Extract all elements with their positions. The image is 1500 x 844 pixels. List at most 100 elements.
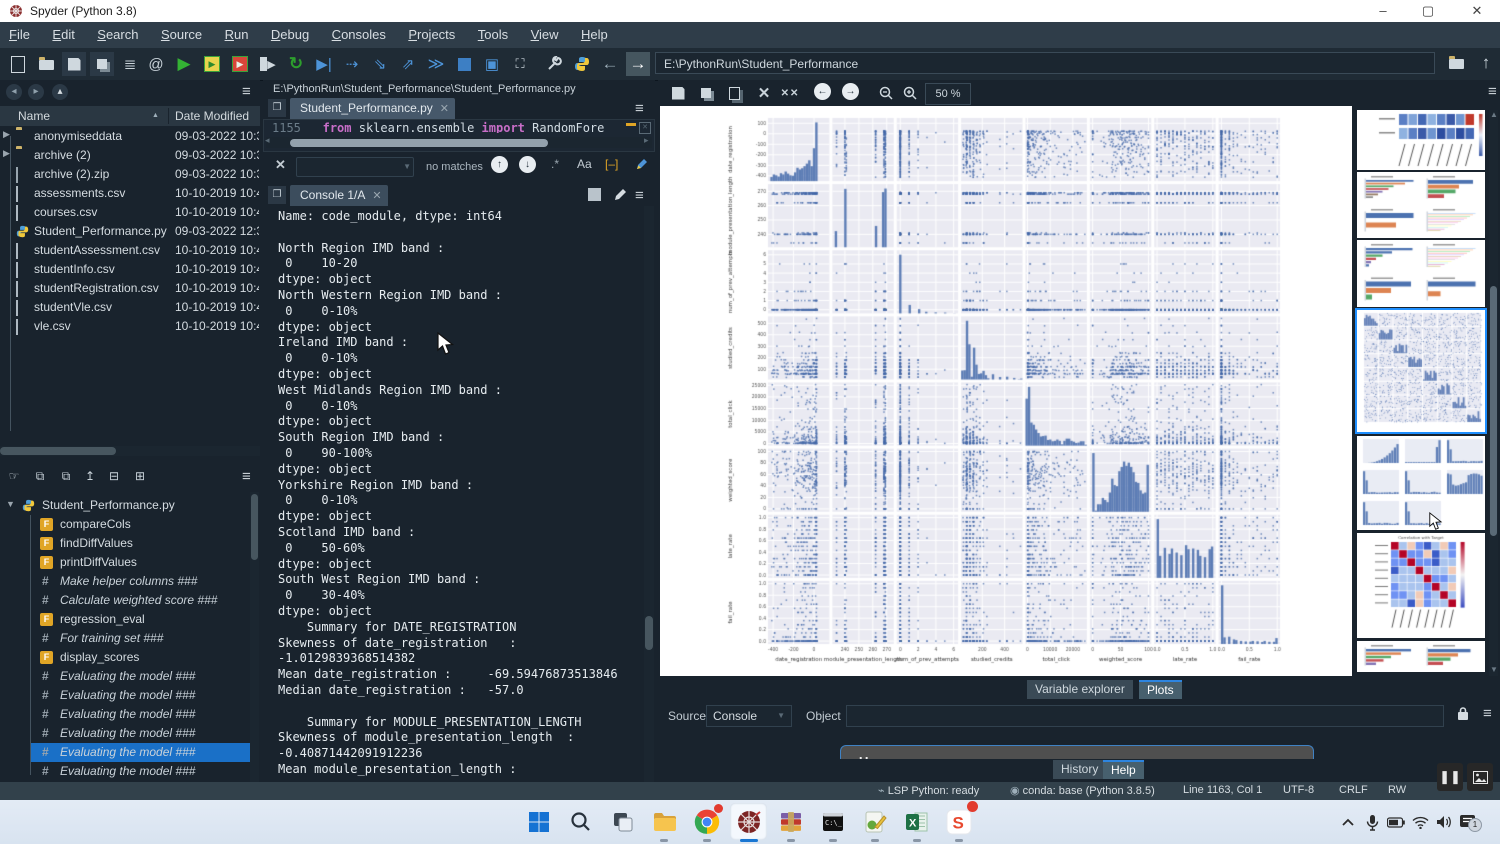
outline-item[interactable]: FcompareCols [30,515,252,534]
save-all-plots-icon[interactable] [694,81,718,105]
search-button[interactable] [562,803,599,840]
close-split-icon[interactable]: ✕ [639,122,651,134]
files-col-name[interactable]: Name [18,109,50,123]
run-selection-icon[interactable]: ▶ [256,52,280,76]
collapse-all-icon[interactable]: ⊟ [102,464,126,488]
regex-toggle-icon[interactable]: .* [551,157,559,171]
file-row[interactable]: studentInfo.csv10-10-2019 10:4 [0,260,260,279]
spyder-button[interactable] [730,803,767,840]
zoom-level-input[interactable]: 50 % [925,83,971,105]
battery-icon[interactable] [1384,810,1408,834]
menu-edit[interactable]: Edit [43,22,83,42]
plot-thumbnail-bars_quads[interactable] [1357,641,1485,672]
save-icon[interactable] [62,52,86,76]
step-return-icon[interactable]: ⇗ [396,52,420,76]
outline-vscrollbar-thumb[interactable] [251,494,258,560]
editor-hscrollbar-thumb[interactable] [290,139,548,147]
console-browse-tabs-icon[interactable]: ❐ [268,186,286,204]
maximize-button[interactable]: ▢ [1413,2,1443,20]
caret-right-icon[interactable]: ▶ [3,148,10,159]
zoom-out-icon[interactable] [874,81,898,105]
maximize-pane-icon[interactable]: ⛶ [508,52,532,76]
zoom-in-icon[interactable] [898,81,922,105]
outline-root-row[interactable]: ▼ Student_Performance.py [0,496,250,515]
expand-section-icon[interactable]: ⧉ [54,464,78,488]
task-view-button[interactable] [604,803,641,840]
save-plot-icon[interactable] [666,81,690,105]
file-row[interactable]: archive (2).zip09-03-2022 10:3 [0,165,260,184]
file-row[interactable]: vle.csv10-10-2019 10:45 [0,317,260,336]
console-output[interactable]: Name: code_module, dtype: int64 North Re… [263,206,643,782]
outline-root-label[interactable]: Student_Performance.py [42,498,175,512]
scroll-right-icon[interactable]: ▸ [644,135,649,146]
minimize-button[interactable]: – [1368,2,1398,20]
tab-plots[interactable]: Plots [1139,680,1182,699]
working-directory-input[interactable]: E:\PythonRun\Student_Performance [655,52,1435,74]
parent-directory-icon[interactable]: ↑ [1474,51,1498,75]
menu-consoles[interactable]: Consoles [323,22,395,42]
outline-item[interactable]: #Evaluating the model ### [30,762,252,781]
menu-help[interactable]: Help [572,22,617,42]
expand-all-icon[interactable]: ⊞ [128,464,152,488]
open-file-icon[interactable] [34,52,58,76]
forward-icon[interactable]: → [626,52,650,76]
outline-item[interactable]: FfindDiffValues [30,534,252,553]
step-into-icon[interactable]: ⇘ [368,52,392,76]
outline-item[interactable]: #Make helper columns ### [30,572,252,591]
editor-options-icon[interactable]: ≡ [635,100,644,117]
remove-all-plots-icon[interactable]: ✕✕ [778,81,802,105]
files-options-icon[interactable]: ≡ [242,83,251,100]
menu-source[interactable]: Source [152,22,211,42]
clear-console-icon[interactable] [613,187,628,207]
files-header[interactable]: Name ▲ Date Modified [0,106,260,126]
files-up-icon[interactable]: ▴ [52,84,68,100]
start-button[interactable] [520,803,557,840]
save-all-icon[interactable] [90,52,114,76]
wifi-icon[interactable] [1408,810,1432,834]
editor-hscrollbar[interactable]: ◂ ▸ [266,137,652,148]
snagit-button[interactable]: S [940,803,977,840]
run-cell-icon[interactable]: ▶ [200,52,224,76]
tab-history[interactable]: History [1053,760,1106,779]
find-next-icon[interactable]: ↓ [519,156,536,173]
pairplot-figure[interactable] [724,112,1284,674]
find-history-dropdown-icon[interactable]: ▼ [403,162,411,171]
file-switcher-icon[interactable]: ≣ [118,52,142,76]
menu-view[interactable]: View [522,22,568,42]
open-last-closed-icon[interactable]: ▣ [480,52,504,76]
step-over-icon[interactable]: ⇢ [340,52,364,76]
file-row[interactable]: ▶anonymiseddata09-03-2022 10:3 [0,127,260,146]
hidden-icons-chevron-icon[interactable] [1336,810,1360,834]
next-plot-icon[interactable]: → [842,83,859,100]
menu-run[interactable]: Run [216,22,258,42]
file-row[interactable]: courses.csv10-10-2019 10:4 [0,203,260,222]
plot-thumbnail-heatmap_rows[interactable] [1357,110,1485,170]
back-icon[interactable]: ← [598,52,622,76]
outline-vscrollbar[interactable] [250,492,259,782]
preferences-icon[interactable] [542,52,566,76]
chrome-button[interactable] [688,803,725,840]
continue-icon[interactable]: ≫ [424,52,448,76]
notepad-button[interactable] [856,803,893,840]
outline-item[interactable]: #Evaluating the model ### [30,667,252,686]
help-options-icon[interactable]: ≡ [1483,705,1492,722]
thumb-scroll-down-icon[interactable]: ▼ [1490,665,1498,674]
run-icon[interactable]: ▶ [172,52,196,76]
plot-thumbnail-bars_quads[interactable] [1357,240,1485,307]
highlight-matches-icon[interactable] [635,157,649,174]
menu-debug[interactable]: Debug [262,22,318,42]
remove-plot-icon[interactable]: ✕ [752,81,776,105]
case-toggle-icon[interactable]: Aa [577,157,592,171]
goto-cursor-icon[interactable]: ☞ [2,464,26,488]
help-object-input[interactable] [846,705,1444,727]
files-hscrollbar[interactable] [0,446,260,456]
caret-right-icon[interactable]: ▶ [3,129,10,140]
console-tab[interactable]: Console 1/A✕ [290,185,388,206]
files-back-icon[interactable]: ◂ [6,84,22,100]
outline-item[interactable]: #Calculate weighted score ### [30,591,252,610]
new-file-icon[interactable] [6,52,30,76]
restart-kernel-icon[interactable]: ↻ [284,52,308,76]
scroll-left-icon[interactable]: ◂ [265,135,270,146]
file-row[interactable]: studentRegistration.csv10-10-2019 10:4 [0,279,260,298]
copy-plot-icon[interactable] [722,81,746,105]
